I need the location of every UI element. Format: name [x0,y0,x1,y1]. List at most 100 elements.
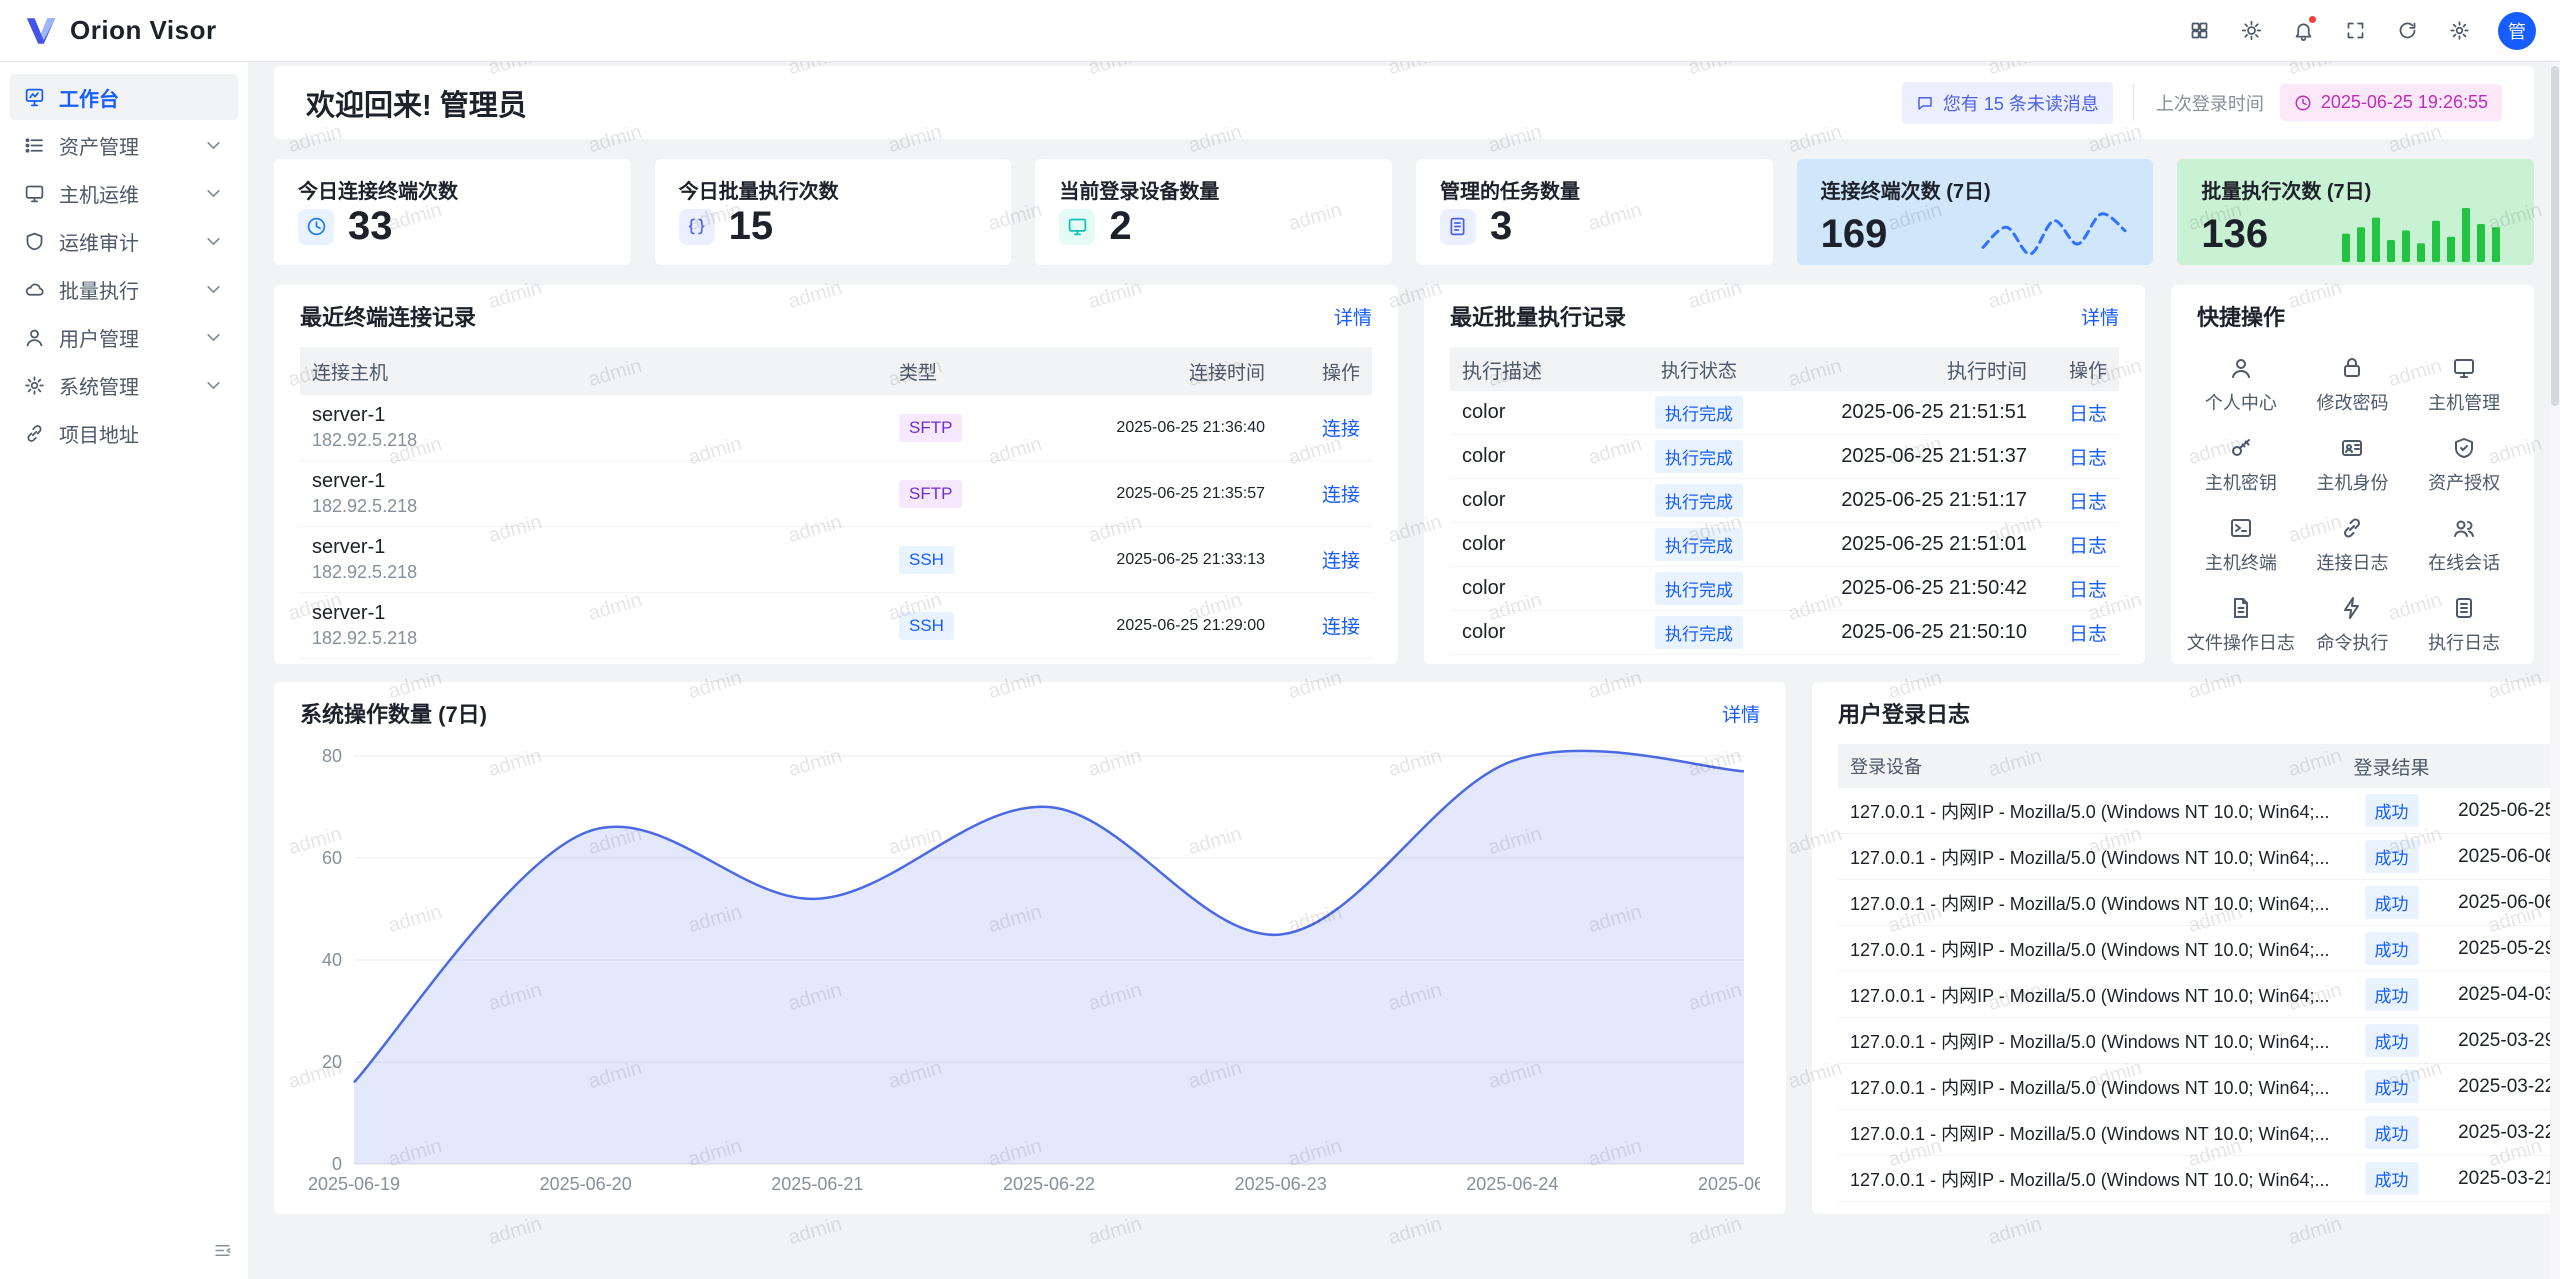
quick-action-file-operation-log[interactable]: 文件操作日志 [2185,589,2297,661]
sidebar-item-asset-management[interactable]: 资产管理 [10,122,238,168]
user-avatar[interactable]: 管 [2498,12,2536,50]
connect-link[interactable]: 连接 [1322,551,1360,572]
audit-shield-icon [24,231,45,252]
host-name: server-1 [312,602,875,625]
log-link[interactable]: 日志 [2069,580,2107,601]
batch-7d-barchart [2340,204,2510,264]
stat-card-terminal-7d: 连接终端次数 (7日) 169 [1797,159,2154,265]
batch-records-table: 执行描述 执行状态 执行时间 操作 color 执行完成 2025-06-25 … [1450,347,2119,655]
quick-action-host-identity[interactable]: 主机身份 [2297,429,2409,501]
quick-action-host-management[interactable]: 主机管理 [2408,349,2520,421]
login-result-tag: 成功 [2365,1024,2419,1057]
watermark-text: admin [1386,1213,1445,1250]
apps-icon[interactable] [2178,10,2220,52]
exec-status-tag: 执行完成 [1655,396,1743,429]
svg-text:80: 80 [322,746,342,766]
log-link[interactable]: 日志 [2069,624,2107,645]
log-link[interactable]: 日志 [2069,492,2107,513]
login-result-tag: 成功 [2365,794,2419,827]
sidebar-item-batch-exec[interactable]: 批量执行 [10,266,238,312]
stat-card-login-devices: 当前登录设备数量 2 [1035,159,1392,265]
login-result-tag: 成功 [2365,1070,2419,1103]
quick-action-exec-log[interactable]: 执行日志 [2408,589,2520,661]
quick-action-change-password[interactable]: 修改密码 [2297,349,2409,421]
settings-gear-icon[interactable] [2438,10,2480,52]
exec-status-tag: 执行完成 [1655,484,1743,517]
column-header: 操作 [1277,358,1372,385]
quick-action-connection-log[interactable]: 连接日志 [2297,509,2409,581]
sidebar-item-user-management[interactable]: 用户管理 [10,314,238,360]
quick-action-command-exec[interactable]: 命令执行 [2297,589,2409,661]
message-icon [1916,94,1934,112]
sidebar-item-project-url[interactable]: 项目地址 [10,410,238,456]
login-device: 127.0.0.1 - 内网IP - Mozilla/5.0 (Windows … [1838,890,2342,916]
svg-text:2025-06-25: 2025-06-25 [1698,1174,1760,1194]
login-time: 2025-06-25 19:26:55 [2442,800,2560,822]
login-time: 2025-05-29 19:43:57 [2442,938,2560,960]
theme-sun-icon[interactable] [2230,10,2272,52]
sidebar-item-host-ops[interactable]: 主机运维 [10,170,238,216]
card-title: 用户登录日志 [1838,697,1970,729]
scrollbar[interactable] [2550,62,2560,1279]
sidebar-item-workbench[interactable]: 工作台 [10,74,238,120]
log-link[interactable]: 日志 [2069,536,2107,557]
id-card-icon [2340,436,2364,460]
sidebar-item-ops-audit[interactable]: 运维审计 [10,218,238,264]
link-icon [24,423,45,444]
stat-label: 当前登录设备数量 [1059,175,1368,204]
stat-label: 今日批量执行次数 [679,175,988,204]
chevron-down-icon [203,327,224,348]
exec-desc: color [1450,489,1614,512]
table-row: server-1 182.92.5.218 SSH 2025-06-25 21:… [300,527,1372,593]
connect-link[interactable]: 连接 [1322,419,1360,440]
quick-action-asset-auth[interactable]: 资产授权 [2408,429,2520,501]
connect-time: 2025-06-25 21:36:40 [1007,419,1277,437]
login-time: 2025-03-22 01:01:31 [2442,1076,2560,1098]
log-link[interactable]: 日志 [2069,404,2107,425]
column-header: 执行时间 [1784,355,2039,384]
unread-messages-text: 您有 15 条未读消息 [1943,90,2099,116]
unread-messages-badge[interactable]: 您有 15 条未读消息 [1902,82,2113,124]
terminal-records-detail-link[interactable]: 详情 [1334,303,1372,330]
quick-action-online-session[interactable]: 在线会话 [2408,509,2520,581]
scrollbar-thumb[interactable] [2551,66,2559,406]
exec-desc: color [1450,445,1614,468]
sidebar-collapse-button[interactable] [213,1241,232,1265]
link-icon [2340,516,2364,540]
table-row: server-1 182.92.5.218 SFTP 2025-06-25 21… [300,395,1372,461]
svg-text:40: 40 [322,950,342,970]
login-device: 127.0.0.1 - 内网IP - Mozilla/5.0 (Windows … [1838,798,2342,824]
table-row: color 执行完成 2025-06-25 21:51:37 日志 [1450,435,2119,479]
task-icon [1440,209,1476,245]
log-link[interactable]: 日志 [2069,448,2107,469]
watermark-text: admin [486,1213,545,1250]
refresh-icon[interactable] [2386,10,2428,52]
notification-bell-icon[interactable] [2282,10,2324,52]
system-chart-detail-link[interactable]: 详情 [1722,700,1760,727]
table-row: 127.0.0.1 - 内网IP - Mozilla/5.0 (Windows … [1838,1110,2560,1156]
batch-records-detail-link[interactable]: 详情 [2081,303,2119,330]
terminal-icon [2229,516,2253,540]
login-result-tag: 成功 [2365,886,2419,919]
app-logo[interactable]: Orion Visor [24,14,217,48]
sidebar-item-system-management[interactable]: 系统管理 [10,362,238,408]
bolt-icon [2340,596,2364,620]
app-header: Orion Visor 管 [0,0,2560,62]
card-title: 系统操作数量 (7日) [300,697,487,729]
fullscreen-icon[interactable] [2334,10,2376,52]
stat-value: 2 [1109,204,1131,249]
stat-value: 3 [1490,204,1512,249]
svg-text:2025-06-23: 2025-06-23 [1235,1174,1327,1194]
quick-action-host-terminal[interactable]: 主机终端 [2185,509,2297,581]
sidebar-item-label: 批量执行 [59,275,139,304]
connect-link[interactable]: 连接 [1322,485,1360,506]
protocol-tag: SFTP [899,480,962,508]
connect-link[interactable]: 连接 [1322,617,1360,638]
quick-action-personal-center[interactable]: 个人中心 [2185,349,2297,421]
last-login-label: 上次登录时间 [2156,90,2264,116]
monitor-icon [2452,356,2476,380]
sidebar-item-label: 用户管理 [59,323,139,352]
quick-action-host-key[interactable]: 主机密钥 [2185,429,2297,501]
bottom-row: 系统操作数量 (7日) 详情 0204060802025-06-192025-0… [274,682,2534,1214]
login-logs-table: 登录设备 登录结果 登录时间 127.0.0.1 - 内网IP - Mozill… [1838,744,2560,1202]
